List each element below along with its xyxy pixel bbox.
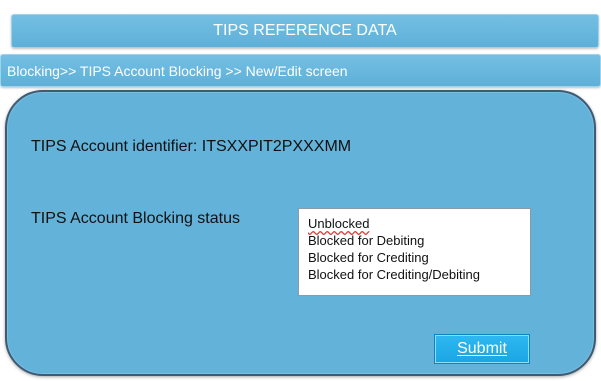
account-identifier: TIPS Account identifier: ITSXXPIT2PXXXMM	[31, 138, 352, 155]
blocking-status-listbox[interactable]: Unblocked Blocked for Debiting Blocked f…	[298, 208, 531, 296]
page-title-bar: TIPS REFERENCE DATA	[11, 14, 599, 48]
submit-button[interactable]: Submit	[434, 334, 530, 364]
blocking-status-label: TIPS Account Blocking status	[31, 210, 240, 227]
status-option-blocked-crediting-debiting[interactable]: Blocked for Crediting/Debiting	[308, 266, 530, 283]
status-option-blocked-crediting[interactable]: Blocked for Crediting	[308, 249, 530, 266]
breadcrumb-text: Blocking>> TIPS Account Blocking >> New/…	[7, 62, 348, 79]
page-title: TIPS REFERENCE DATA	[213, 22, 397, 39]
status-option-blocked-debiting[interactable]: Blocked for Debiting	[308, 232, 530, 249]
breadcrumb: Blocking>> TIPS Account Blocking >> New/…	[0, 54, 601, 87]
status-option-unblocked[interactable]: Unblocked	[308, 215, 530, 232]
page: TIPS REFERENCE DATA Blocking>> TIPS Acco…	[0, 0, 601, 381]
